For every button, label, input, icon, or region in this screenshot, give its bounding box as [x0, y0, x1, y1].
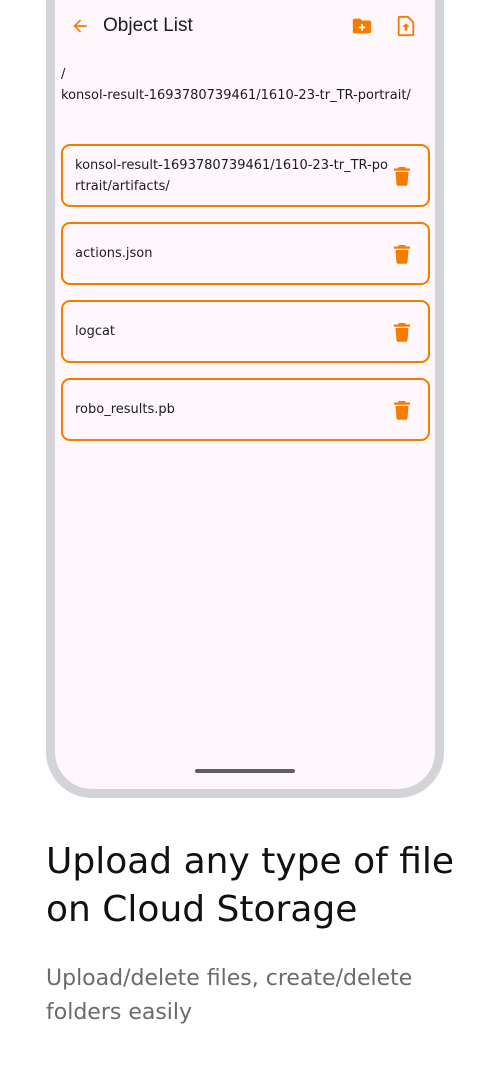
list-item-label: konsol-result-1693780739461/1610-23-tr_T… — [75, 157, 388, 194]
trash-icon — [394, 166, 410, 186]
list-item[interactable]: konsol-result-1693780739461/1610-23-tr_T… — [61, 144, 430, 207]
upload-file-button[interactable] — [391, 11, 421, 41]
new-folder-button[interactable] — [347, 11, 377, 41]
list-item-label: logcat — [75, 324, 116, 339]
back-button[interactable] — [65, 11, 95, 41]
current-path: / konsol-result-1693780739461/1610-23-tr… — [61, 67, 411, 103]
file-upload-icon — [397, 15, 415, 37]
list-item-label: robo_results.pb — [75, 402, 175, 417]
delete-button[interactable] — [388, 162, 416, 190]
page-title: Object List — [103, 15, 193, 36]
promo-subtext: Upload/delete files, create/delete folde… — [46, 966, 413, 1025]
trash-icon — [394, 400, 410, 420]
list-item-label: actions.json — [75, 246, 153, 261]
folder-plus-icon — [352, 18, 372, 34]
promo-headline: Upload any type of file on Cloud Storage — [46, 841, 455, 930]
trash-icon — [394, 322, 410, 342]
delete-button[interactable] — [388, 396, 416, 424]
top-app-bar: Object List — [55, 0, 435, 52]
app-screen: Object List / konsol-result-169378073946… — [55, 0, 435, 789]
phone-frame: Object List / konsol-result-169378073946… — [46, 0, 444, 798]
trash-icon — [394, 244, 410, 264]
list-item[interactable]: robo_results.pb — [61, 378, 430, 441]
list-item[interactable]: actions.json — [61, 222, 430, 285]
list-item[interactable]: logcat — [61, 300, 430, 363]
delete-button[interactable] — [388, 318, 416, 346]
home-indicator[interactable] — [195, 769, 295, 773]
appbar-actions — [347, 11, 421, 41]
object-list: konsol-result-1693780739461/1610-23-tr_T… — [61, 144, 430, 456]
arrow-left-icon — [73, 19, 87, 33]
delete-button[interactable] — [388, 240, 416, 268]
